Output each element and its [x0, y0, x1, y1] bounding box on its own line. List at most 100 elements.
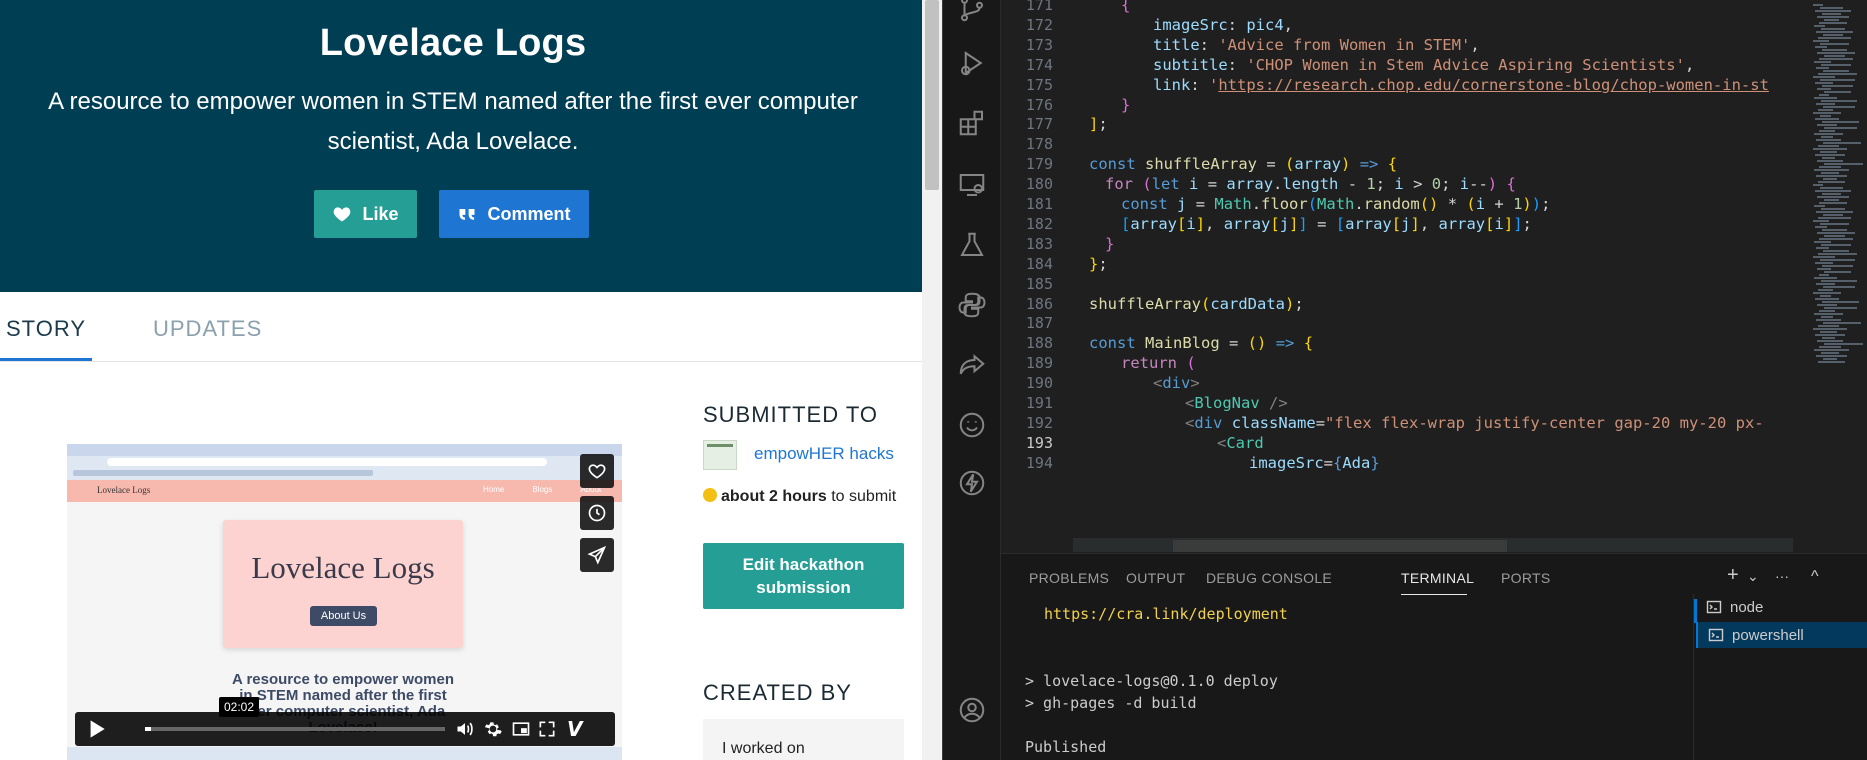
editor-minimap[interactable] — [1809, 0, 1867, 553]
minimap-line — [1818, 37, 1851, 39]
code-line[interactable]: <BlogNav /> — [1185, 394, 1288, 412]
terminal-instance-powershell[interactable]: powershell — [1696, 622, 1867, 648]
hackathon-link[interactable]: empowHER hacks — [754, 444, 894, 464]
video-share-button[interactable] — [580, 538, 614, 572]
quote-icon — [459, 209, 475, 220]
code-line[interactable]: const MainBlog = () => { — [1089, 334, 1313, 352]
code-line[interactable]: imageSrc={Ada} — [1249, 454, 1380, 472]
video-browser-url-bar — [107, 458, 547, 466]
panel-tab-output[interactable]: OUTPUT — [1126, 570, 1185, 586]
line-number: 194 — [1025, 453, 1053, 472]
python-icon[interactable] — [957, 290, 987, 320]
minimap-line — [1816, 283, 1835, 285]
terminal-instance-label: powershell — [1732, 626, 1804, 644]
minimap-line — [1823, 34, 1843, 36]
new-terminal-button[interactable]: + — [1727, 564, 1739, 587]
panel-tab-problems[interactable]: PROBLEMS — [1029, 570, 1109, 586]
share-icon[interactable] — [957, 350, 987, 380]
volume-icon — [457, 722, 473, 736]
editor-horizontal-scrollbar[interactable] — [1173, 540, 1507, 552]
panel-tab-debug-console[interactable]: DEBUG CONSOLE — [1206, 570, 1332, 586]
code-line[interactable]: { — [1121, 0, 1130, 14]
code-line[interactable]: const j = Math.floor(Math.random() * (i … — [1121, 195, 1550, 213]
source-control-icon[interactable] — [957, 0, 987, 24]
code-line[interactable]: imageSrc: pic4, — [1153, 16, 1293, 34]
code-line[interactable]: <Card — [1217, 434, 1264, 452]
copilot-icon[interactable] — [957, 410, 987, 440]
remote-explorer-icon[interactable] — [957, 170, 987, 200]
code-line[interactable]: <div> — [1153, 374, 1200, 392]
page-scroll-thumb[interactable] — [925, 0, 939, 190]
code-line[interactable]: <div className="flex flex-wrap justify-c… — [1185, 414, 1764, 432]
comment-button[interactable]: Comment — [439, 190, 589, 238]
run-debug-icon[interactable] — [957, 48, 987, 78]
minimap-line — [1814, 277, 1837, 279]
vimeo-logo[interactable]: V — [567, 719, 587, 739]
minimap-line — [1821, 280, 1857, 282]
terminal-dropdown-button[interactable]: ⌄ — [1747, 568, 1759, 585]
code-line[interactable]: } — [1121, 96, 1130, 114]
demo-video-player[interactable]: Lovelace Logs Home Blogs About Lovelace Lo… — [67, 444, 622, 760]
video-volume-button[interactable] — [455, 719, 475, 739]
code-editor[interactable]: 171 172 173 174 175 176 177 178 179 180 181 182 183 1… — [1001, 0, 1867, 553]
browser-page: Lovelace Logs A resource to empower wome… — [0, 0, 942, 760]
extensions-icon[interactable] — [957, 108, 987, 138]
code-line[interactable]: for (let i = array.length - 1; i > 0; i-… — [1105, 175, 1516, 193]
video-play-button[interactable] — [83, 716, 123, 742]
minimap-line — [1823, 286, 1855, 288]
code-line[interactable]: ]; — [1089, 115, 1108, 133]
minimap-line — [1813, 76, 1835, 78]
panel-tab-ports[interactable]: PORTS — [1501, 570, 1550, 586]
minimap-line — [1822, 337, 1835, 339]
line-number: 184 — [1025, 254, 1053, 273]
minimap-line — [1816, 355, 1847, 357]
code-line[interactable]: shuffleArray(cardData); — [1089, 295, 1304, 313]
hackathon-thumbnail[interactable] — [703, 440, 737, 470]
thunder-icon[interactable] — [957, 468, 987, 498]
video-watch-later-button[interactable] — [580, 496, 614, 530]
code-line[interactable]: subtitle: 'CHOP Women in Stem Advice Asp… — [1153, 56, 1694, 74]
video-fullscreen-button[interactable] — [537, 719, 557, 739]
minimap-line — [1818, 109, 1833, 111]
account-icon[interactable] — [957, 695, 987, 725]
bottom-panel: PROBLEMS OUTPUT DEBUG CONSOLE TERMINAL P… — [1001, 553, 1867, 760]
minimap-line — [1817, 304, 1837, 306]
minimap-line — [1818, 217, 1851, 219]
tab-story[interactable]: STORY — [6, 316, 86, 342]
maximize-panel-button[interactable]: ^ — [1811, 568, 1819, 586]
minimap-line — [1814, 61, 1831, 63]
code-line[interactable]: } — [1105, 235, 1114, 253]
video-settings-button[interactable] — [483, 719, 503, 739]
line-number: 190 — [1025, 374, 1053, 393]
terminal-instance-node[interactable]: node — [1696, 594, 1867, 620]
video-progress-track[interactable]: 02:02 — [145, 697, 445, 731]
video-nav-home: Home — [483, 485, 505, 494]
edit-submission-button[interactable]: Edit hackathon submission — [703, 543, 904, 609]
play-icon — [90, 720, 105, 738]
code-line[interactable]: title: 'Advice from Women in STEM', — [1153, 36, 1480, 54]
panel-tab-terminal[interactable]: TERMINAL — [1401, 570, 1474, 586]
minimap-line — [1815, 82, 1833, 84]
code-line[interactable]: }; — [1089, 255, 1108, 273]
testing-icon[interactable] — [957, 230, 987, 260]
more-actions-button[interactable]: ··· — [1775, 568, 1789, 584]
code-line[interactable]: return ( — [1121, 354, 1196, 372]
clock-icon — [588, 504, 606, 522]
like-button[interactable]: Like — [314, 190, 417, 238]
terminal-link[interactable]: https://cra.link/deployment — [1044, 605, 1288, 623]
page-scrollbar[interactable] — [922, 0, 942, 760]
tab-updates[interactable]: UPDATES — [153, 316, 262, 342]
video-card-title: Lovelace Logs — [251, 550, 435, 585]
minimap-line — [1820, 7, 1843, 9]
project-title: Lovelace Logs — [319, 22, 587, 64]
code-line[interactable]: const shuffleArray = (array) => { — [1089, 155, 1397, 173]
minimap-line — [1815, 298, 1839, 300]
line-number: 178 — [1025, 135, 1053, 154]
code-line[interactable]: link: 'https://research.chop.edu/corners… — [1153, 76, 1769, 94]
line-number: 173 — [1025, 35, 1053, 54]
line-number: 188 — [1025, 334, 1053, 353]
video-like-button[interactable] — [580, 454, 614, 488]
code-line[interactable]: [array[i], array[j]] = [array[j], array[… — [1121, 215, 1532, 233]
video-pip-button[interactable] — [511, 719, 531, 739]
minimap-line — [1819, 22, 1847, 24]
